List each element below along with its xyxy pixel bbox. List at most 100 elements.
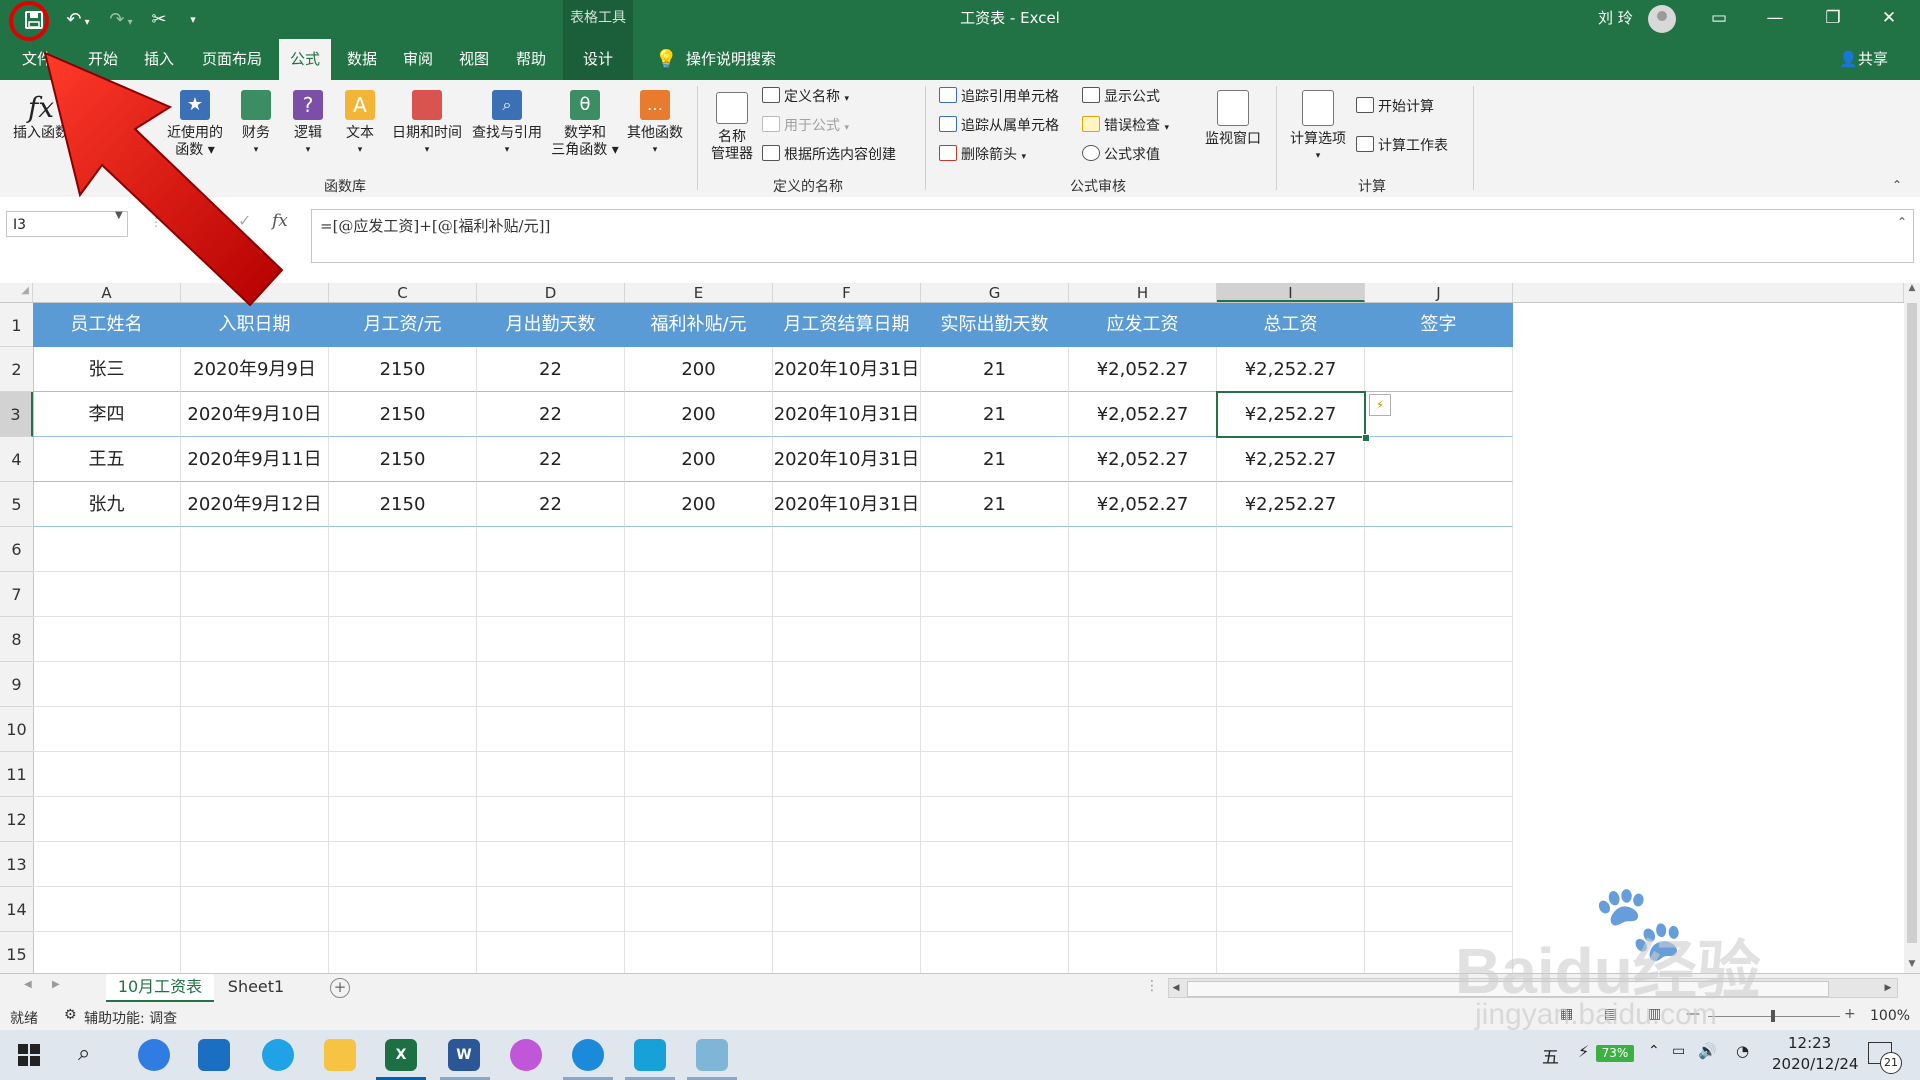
taskbar-paint-icon[interactable] xyxy=(510,1039,542,1071)
table-cell[interactable]: 21 xyxy=(921,437,1069,482)
empty-cell[interactable] xyxy=(773,842,921,887)
date-time-button[interactable]: 日期和时间 ▾ xyxy=(388,90,466,159)
split-grip-icon[interactable]: ⋮ xyxy=(1145,978,1159,994)
windows-start-icon[interactable] xyxy=(18,1044,40,1070)
table-cell[interactable]: ¥2,252.27 xyxy=(1217,437,1365,482)
empty-cell[interactable] xyxy=(33,932,181,977)
calculation-options-button[interactable]: 计算选项 ▾ xyxy=(1286,90,1350,165)
add-sheet-icon[interactable]: + xyxy=(330,978,350,998)
empty-cell[interactable] xyxy=(477,887,625,932)
taskbar-file-explorer-icon[interactable] xyxy=(324,1039,356,1071)
table-cell[interactable]: 22 xyxy=(477,347,625,392)
empty-cell[interactable] xyxy=(1217,752,1365,797)
remove-arrows-button[interactable]: 删除箭头 ▾ xyxy=(939,144,1026,166)
zoom-level[interactable]: 100% xyxy=(1870,1008,1910,1024)
empty-cell[interactable] xyxy=(1365,752,1513,797)
taskbar-notes-icon[interactable] xyxy=(696,1039,728,1071)
table-header-cell[interactable]: 月出勤天数 xyxy=(477,303,625,347)
show-formulas-button[interactable]: 显示公式 xyxy=(1082,86,1160,108)
empty-cell[interactable] xyxy=(329,662,477,707)
sheet-tab-10月工资表[interactable]: 10月工资表 xyxy=(106,974,214,1002)
empty-cell[interactable] xyxy=(181,662,329,707)
empty-cell[interactable] xyxy=(1069,572,1217,617)
empty-cell[interactable] xyxy=(1217,887,1365,932)
empty-cell[interactable] xyxy=(773,617,921,662)
scroll-thumb[interactable] xyxy=(1907,303,1917,943)
customize-quick-access-icon[interactable]: ▾ xyxy=(183,6,203,34)
lookup-reference-button[interactable]: ⌕ 查找与引用 ▾ xyxy=(468,90,546,159)
taskbar-app-blue-circle-icon[interactable] xyxy=(138,1039,170,1071)
row-header-11[interactable]: 11 xyxy=(0,752,33,797)
column-header-H[interactable]: H xyxy=(1069,283,1217,302)
column-header-G[interactable]: G xyxy=(921,283,1069,302)
close-icon[interactable]: ✕ xyxy=(1866,0,1912,39)
vertical-scrollbar[interactable]: ▲ ▼ xyxy=(1904,283,1920,975)
empty-cell[interactable] xyxy=(1069,617,1217,662)
table-cell[interactable]: 2150 xyxy=(329,482,477,527)
table-cell[interactable]: ¥2,052.27 xyxy=(1069,482,1217,527)
empty-cell[interactable] xyxy=(625,842,773,887)
empty-cell[interactable] xyxy=(1217,797,1365,842)
empty-cell[interactable] xyxy=(181,707,329,752)
table-header-cell[interactable]: 福利补贴/元 xyxy=(625,303,773,347)
tab-help[interactable]: 帮助 xyxy=(506,39,556,80)
empty-cell[interactable] xyxy=(181,527,329,572)
empty-cell[interactable] xyxy=(1069,752,1217,797)
table-cell[interactable]: 张三 xyxy=(33,347,181,392)
table-cell[interactable]: 2020年10月31日 xyxy=(773,347,921,392)
table-cell[interactable]: 2020年9月10日 xyxy=(181,392,329,437)
autocorrect-options-icon[interactable]: ⚡ xyxy=(1369,394,1391,416)
undo-icon[interactable]: ↶ ▾ xyxy=(60,6,96,34)
tab-design[interactable]: 设计 xyxy=(563,39,633,80)
empty-cell[interactable] xyxy=(1365,617,1513,662)
empty-cell[interactable] xyxy=(625,932,773,977)
taskbar-mail-icon[interactable] xyxy=(198,1039,230,1071)
restore-icon[interactable]: ❐ xyxy=(1810,0,1856,39)
table-cell[interactable] xyxy=(1365,437,1513,482)
table-header-cell[interactable]: 月工资结算日期 xyxy=(773,303,921,347)
empty-cell[interactable] xyxy=(477,707,625,752)
empty-cell[interactable] xyxy=(181,887,329,932)
empty-cell[interactable] xyxy=(773,527,921,572)
avatar[interactable] xyxy=(1648,5,1676,33)
empty-cell[interactable] xyxy=(477,527,625,572)
empty-cell[interactable] xyxy=(477,617,625,662)
volume-icon[interactable]: 🔊 xyxy=(1698,1042,1717,1060)
column-header-E[interactable]: E xyxy=(625,283,773,302)
empty-cell[interactable] xyxy=(773,572,921,617)
empty-cell[interactable] xyxy=(921,617,1069,662)
row-header-5[interactable]: 5 xyxy=(0,482,33,527)
empty-cell[interactable] xyxy=(921,527,1069,572)
table-header-cell[interactable]: 总工资 xyxy=(1217,303,1365,347)
empty-cell[interactable] xyxy=(329,752,477,797)
taskbar-screenshot-tool-icon[interactable] xyxy=(634,1039,666,1071)
sheet-tab-sheet1[interactable]: Sheet1 xyxy=(218,974,294,1000)
row-header-7[interactable]: 7 xyxy=(0,572,33,617)
collapse-ribbon-icon[interactable]: ⌃ xyxy=(1892,178,1902,192)
row-header-3[interactable]: 3 xyxy=(0,392,33,437)
formula-input[interactable]: =[@应发工资]+[@[福利补贴/元]] xyxy=(311,209,1914,263)
row-header-8[interactable]: 8 xyxy=(0,617,33,662)
empty-cell[interactable] xyxy=(1217,617,1365,662)
next-sheet-icon[interactable]: ▶ xyxy=(52,979,60,990)
table-cell[interactable]: 21 xyxy=(921,482,1069,527)
share-button[interactable]: 共享 xyxy=(1858,39,1888,80)
column-header-J[interactable]: J xyxy=(1365,283,1513,302)
empty-cell[interactable] xyxy=(921,797,1069,842)
empty-cell[interactable] xyxy=(1069,797,1217,842)
empty-cell[interactable] xyxy=(329,527,477,572)
select-all-corner[interactable]: ◢ xyxy=(0,283,33,302)
column-header-C[interactable]: C xyxy=(329,283,477,302)
table-cell[interactable] xyxy=(1365,347,1513,392)
empty-cell[interactable] xyxy=(1217,932,1365,977)
tab-review[interactable]: 审阅 xyxy=(394,39,442,80)
empty-cell[interactable] xyxy=(33,797,181,842)
empty-cell[interactable] xyxy=(181,842,329,887)
table-header-cell[interactable]: 签字 xyxy=(1365,303,1513,347)
define-name-button[interactable]: 定义名称 ▾ xyxy=(762,86,849,108)
empty-cell[interactable] xyxy=(1217,662,1365,707)
empty-cell[interactable] xyxy=(477,842,625,887)
table-cell[interactable]: 22 xyxy=(477,437,625,482)
empty-cell[interactable] xyxy=(329,842,477,887)
empty-cell[interactable] xyxy=(773,887,921,932)
